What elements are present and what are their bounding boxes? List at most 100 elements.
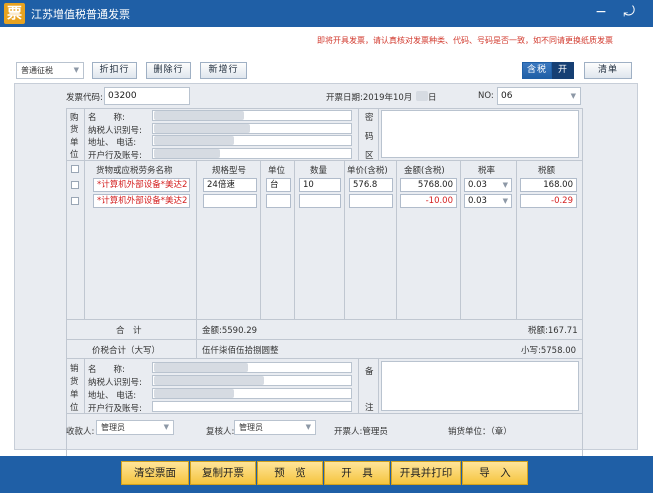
item-name[interactable]: *计算机外部设备*美达2: [93, 178, 190, 192]
buyer-side-label-4: 位: [70, 150, 79, 160]
issue-button[interactable]: 开 具: [324, 461, 390, 485]
col-header-rate: 税率: [478, 166, 496, 176]
drawer-label: 开票人:管理员: [334, 427, 388, 437]
invoice-code-value: 03200: [108, 91, 137, 101]
item-unit[interactable]: [266, 194, 291, 208]
chevron-down-icon: ▼: [502, 181, 508, 189]
item-rate: 0.03: [468, 196, 487, 206]
col-header-tax: 税额: [538, 166, 556, 176]
discount-row-button[interactable]: 折扣行: [92, 62, 137, 79]
invoice-date-suffix: 日: [428, 93, 437, 103]
item-qty[interactable]: [299, 194, 341, 208]
chevron-down-icon: ▼: [570, 92, 576, 100]
item-amount[interactable]: -10.00: [400, 194, 457, 208]
invoice-no-value: 06: [501, 91, 513, 101]
total-amount: 金额:5590.29: [202, 326, 258, 336]
clear-form-button[interactable]: 清空票面: [121, 461, 189, 485]
redacted-mask: [416, 91, 428, 101]
total-tax: 税额:167.71: [528, 326, 578, 336]
chevron-down-icon: ▼: [502, 197, 508, 205]
tax-inclusive-toggle[interactable]: 开: [552, 62, 574, 79]
item-qty[interactable]: 10: [299, 178, 341, 192]
reviewer-select[interactable]: 管理员 ▼: [234, 420, 316, 435]
import-button[interactable]: 导 入: [462, 461, 528, 485]
select-all-checkbox[interactable]: [71, 165, 79, 173]
col-header-price: 单价(含税): [347, 166, 388, 176]
reviewer-label: 复核人:: [206, 427, 235, 437]
redacted-mask: [154, 136, 234, 145]
item-tax[interactable]: 168.00: [520, 178, 577, 192]
invoice-code-label: 发票代码:: [66, 93, 103, 103]
seller-side-label-3: 单: [70, 390, 79, 400]
col-header-amount: 金额(含税): [404, 166, 445, 176]
password-side-1: 密: [365, 113, 374, 123]
preview-button[interactable]: 预 览: [257, 461, 323, 485]
invoice-no-input[interactable]: 06 ▼: [497, 87, 581, 105]
seller-side-label-1: 销: [70, 364, 79, 374]
col-header-unit: 单位: [268, 166, 286, 176]
payee-value: 管理员: [101, 423, 125, 432]
invoice-code-input[interactable]: 03200: [104, 87, 190, 105]
price-sum-label: 价税合计（大写）: [92, 346, 161, 356]
seller-side-label-4: 位: [70, 403, 79, 413]
copy-invoice-button[interactable]: 复制开票: [190, 461, 256, 485]
buyer-side-label-2: 货: [70, 125, 79, 135]
password-side-2: 码: [365, 132, 374, 142]
issue-and-print-button[interactable]: 开具并打印: [391, 461, 461, 485]
item-spec[interactable]: 24倍速: [203, 178, 257, 192]
redacted-mask: [154, 124, 250, 133]
item-name[interactable]: *计算机外部设备*美达2: [93, 194, 190, 208]
window-title: 江苏增值税普通发票: [31, 8, 130, 21]
total-label: 合 计: [116, 326, 142, 336]
seller-name-label: 名 称:: [88, 365, 125, 375]
item-price[interactable]: 576.8: [349, 178, 393, 192]
col-header-spec: 规格型号: [212, 166, 247, 176]
chevron-down-icon: ▼: [305, 423, 311, 431]
redacted-mask: [154, 149, 220, 158]
window-controls[interactable]: − ⤾: [595, 4, 641, 20]
list-button[interactable]: 清单: [584, 62, 632, 79]
col-header-qty: 数量: [310, 166, 328, 176]
redacted-mask: [154, 111, 244, 120]
invoice-logo-icon: 票: [4, 3, 25, 24]
remark-input[interactable]: [381, 361, 579, 411]
new-row-button[interactable]: 新增行: [200, 62, 247, 79]
price-sum-lower: 小写:5758.00: [521, 346, 577, 356]
seller-taxid-label: 纳税人识别号:: [88, 378, 142, 388]
tax-inclusive-label: 含税: [522, 62, 552, 79]
item-spec[interactable]: [203, 194, 257, 208]
price-sum-upper: 伍仟柒佰伍拾捌圆整: [202, 346, 279, 356]
delete-row-button[interactable]: 删除行: [146, 62, 191, 79]
item-unit[interactable]: 台: [266, 178, 291, 192]
col-header-name: 货物或应税劳务名称: [96, 166, 173, 176]
invoice-date-label: 开票日期:2019年10月: [326, 93, 413, 103]
redacted-mask: [154, 363, 248, 372]
buyer-name-label: 名 称:: [88, 113, 125, 123]
item-tax[interactable]: -0.29: [520, 194, 577, 208]
item-amount[interactable]: 5768.00: [400, 178, 457, 192]
item-rate: 0.03: [468, 180, 487, 190]
item-rate-select[interactable]: 0.03 ▼: [464, 178, 512, 192]
payee-label: 收款人:: [66, 427, 95, 437]
notice-text: 即将开具发票，请认真核对发票种类、代码、号码是否一致，如不同请更换纸质发票: [317, 36, 613, 45]
row-checkbox[interactable]: [71, 197, 79, 205]
item-price[interactable]: [349, 194, 393, 208]
redacted-mask: [154, 376, 264, 385]
redacted-mask: [154, 389, 234, 398]
seller-side-label-2: 货: [70, 377, 79, 387]
remark-side-1: 备: [365, 367, 374, 377]
password-area: [381, 110, 579, 158]
row-checkbox[interactable]: [71, 181, 79, 189]
levy-type-select[interactable]: 普通征税 ▼: [16, 62, 84, 79]
item-rate-select[interactable]: 0.03 ▼: [464, 194, 512, 208]
chevron-down-icon: ▼: [73, 66, 79, 74]
buyer-side-label-3: 单: [70, 138, 79, 148]
seller-bank-input[interactable]: [152, 401, 352, 412]
buyer-side-label-1: 购: [70, 113, 79, 123]
reviewer-value: 管理员: [239, 423, 263, 432]
payee-select[interactable]: 管理员 ▼: [96, 420, 174, 435]
seller-address-label: 地址、 电话:: [88, 391, 137, 401]
remark-side-2: 注: [365, 403, 374, 413]
chevron-down-icon: ▼: [163, 423, 169, 431]
invoice-no-label: NO:: [478, 91, 494, 101]
